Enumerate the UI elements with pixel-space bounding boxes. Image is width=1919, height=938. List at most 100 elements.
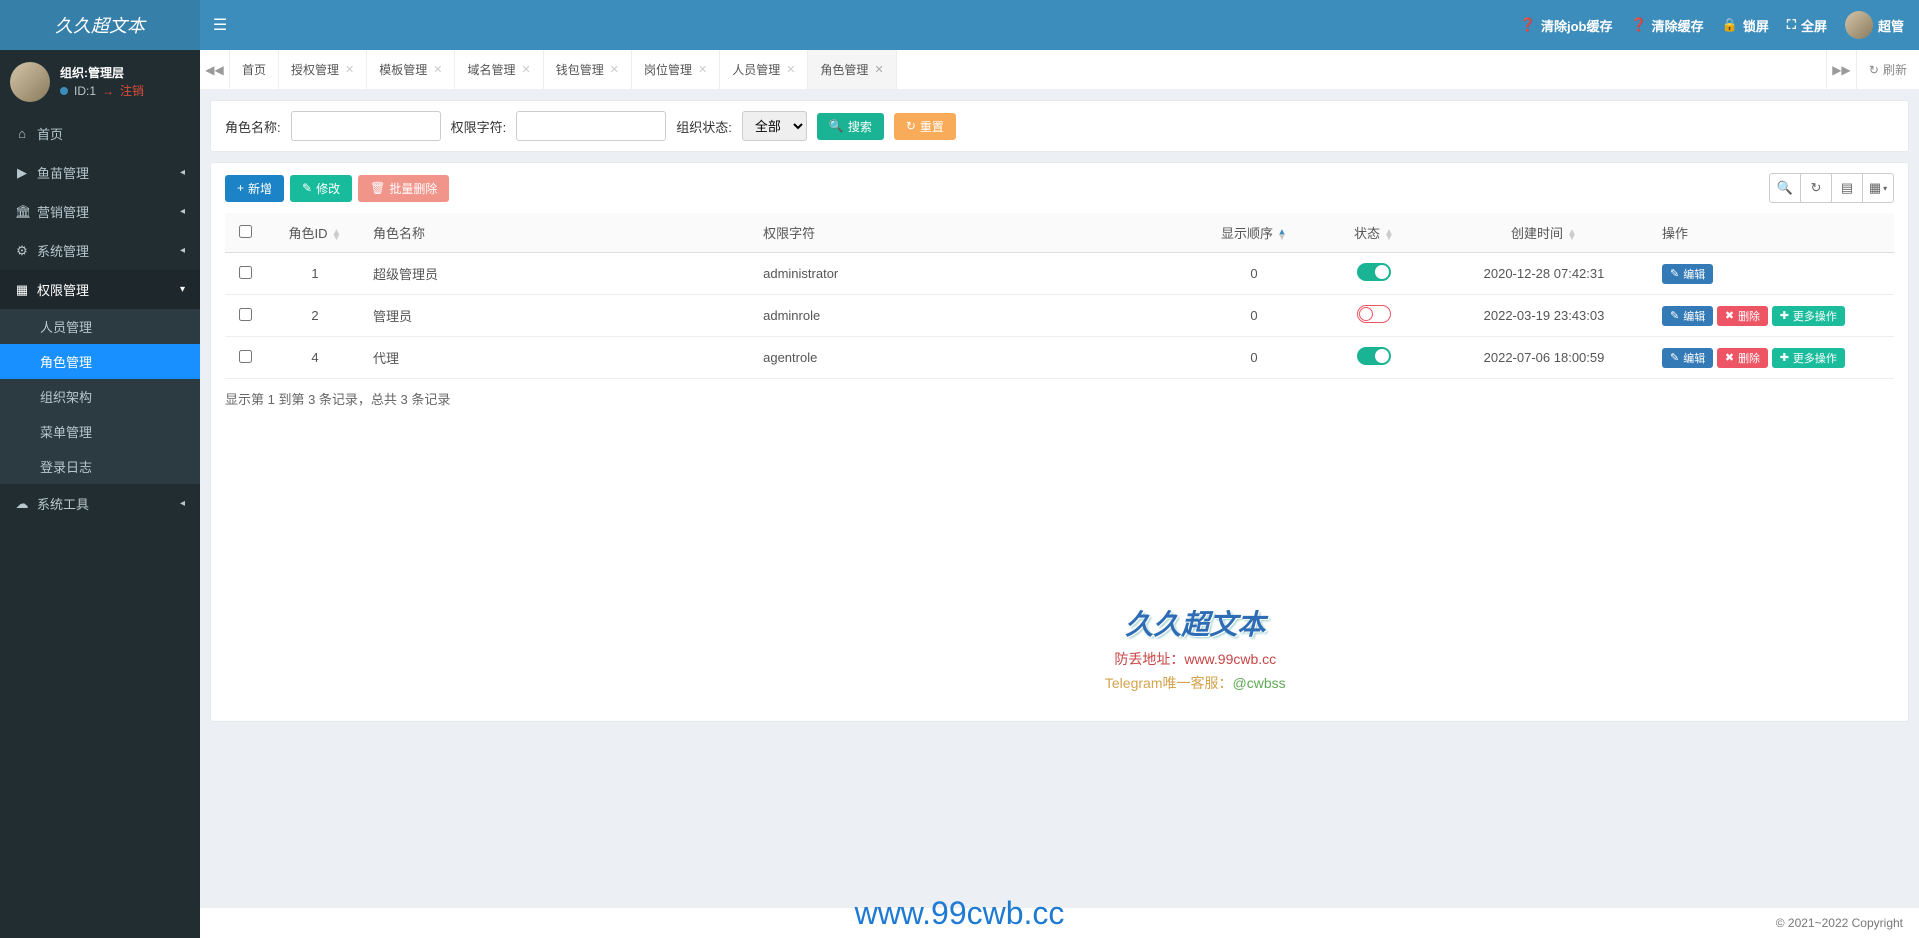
role-name-input[interactable] bbox=[291, 111, 441, 141]
table-row: 4代理agentrole02022-07-06 18:00:59✎编辑 ✖删除 … bbox=[225, 337, 1894, 379]
sidebar-subitem-4-0[interactable]: 人员管理 bbox=[0, 309, 200, 344]
sidebar-item-4[interactable]: ▦ 权限管理 ▾ bbox=[0, 270, 200, 309]
org-status-select[interactable]: 全部 bbox=[742, 111, 807, 141]
close-icon[interactable]: ✕ bbox=[874, 63, 883, 76]
tab-5[interactable]: 岗位管理✕ bbox=[632, 50, 720, 89]
cell-actions: ✎编辑 bbox=[1654, 253, 1894, 295]
question-icon: ❓ bbox=[1520, 17, 1536, 33]
brand-logo[interactable]: 久久超文本 bbox=[0, 0, 200, 50]
tab-1[interactable]: 授权管理✕ bbox=[279, 50, 367, 89]
sidebar-item-5[interactable]: ☁系统工具◂ bbox=[0, 484, 200, 523]
tab-3[interactable]: 域名管理 ✕ bbox=[455, 50, 543, 89]
row-checkbox[interactable] bbox=[239, 350, 252, 363]
edit-button[interactable]: ✎修改 bbox=[290, 175, 352, 202]
perm-char-input[interactable] bbox=[516, 111, 666, 141]
tab-6[interactable]: 人员管理 ✕ bbox=[720, 50, 808, 89]
col-role-id[interactable]: 角色ID bbox=[289, 226, 328, 241]
table-columns-button[interactable]: ▤ bbox=[1831, 173, 1863, 203]
row-more-button[interactable]: ✚更多操作 bbox=[1772, 306, 1845, 326]
sidebar-item-label: 权限管理 bbox=[37, 280, 89, 299]
cell-perm: adminrole bbox=[755, 295, 1194, 337]
tab-2[interactable]: 模板管理 ✕ bbox=[367, 50, 455, 89]
edit-icon: ✎ bbox=[1670, 267, 1679, 280]
col-status[interactable]: 状态 bbox=[1354, 226, 1380, 241]
row-edit-button[interactable]: ✎编辑 bbox=[1662, 306, 1713, 326]
tab-bar: ◀◀ 首页授权管理✕模板管理✕域名管理✕钱包管理✕岗位管理✕人员管理✕角色管理✕… bbox=[200, 50, 1919, 90]
menu-toggle-icon[interactable]: ☰ bbox=[200, 15, 240, 35]
close-icon[interactable]: ✕ bbox=[345, 63, 354, 76]
close-icon[interactable]: ✕ bbox=[433, 63, 442, 76]
status-switch[interactable] bbox=[1357, 347, 1391, 365]
user-menu[interactable]: 超管 bbox=[1845, 11, 1904, 39]
col-role-name[interactable]: 角色名称 bbox=[373, 226, 425, 241]
row-edit-button[interactable]: ✎编辑 bbox=[1662, 348, 1713, 368]
close-icon[interactable]: ✕ bbox=[522, 63, 531, 76]
select-all-checkbox[interactable] bbox=[239, 225, 252, 238]
tabs-next-button[interactable]: ▶▶ bbox=[1826, 50, 1856, 89]
table-row: 2管理员adminrole02022-03-19 23:43:03✎编辑 ✖删除… bbox=[225, 295, 1894, 337]
table-search-button[interactable]: 🔍 bbox=[1769, 173, 1801, 203]
tabs-prev-button[interactable]: ◀◀ bbox=[200, 50, 230, 89]
layout-icon: ▦ bbox=[15, 282, 29, 298]
cell-perm: administrator bbox=[755, 253, 1194, 295]
tab-label: 首页 bbox=[242, 61, 266, 78]
grid-icon: ▦ bbox=[1869, 180, 1881, 196]
row-edit-button[interactable]: ✎编辑 bbox=[1662, 264, 1713, 284]
sidebar-subitem-4-3[interactable]: 菜单管理 bbox=[0, 414, 200, 449]
col-order[interactable]: 显示顺序 bbox=[1221, 226, 1273, 241]
sidebar-item-1[interactable]: ▶鱼苗管理◂ bbox=[0, 153, 200, 192]
cell-order: 0 bbox=[1194, 337, 1314, 379]
col-perm[interactable]: 权限字符 bbox=[763, 226, 815, 241]
tab-label: 模板管理 bbox=[379, 61, 427, 78]
row-checkbox[interactable] bbox=[239, 308, 252, 321]
table-footer: 显示第 1 到第 3 条记录，总共 3 条记录 bbox=[225, 379, 1894, 412]
sidebar-subitem-4-1[interactable]: 角色管理 bbox=[0, 344, 200, 379]
col-created[interactable]: 创建时间 bbox=[1511, 226, 1563, 241]
clear-job-cache-button[interactable]: ❓清除job缓存 bbox=[1520, 16, 1613, 35]
tab-label: 人员管理 bbox=[732, 61, 780, 78]
tab-7[interactable]: 角色管理 ✕ bbox=[808, 50, 896, 89]
row-delete-button[interactable]: ✖删除 bbox=[1717, 348, 1768, 368]
batch-delete-button[interactable]: 🗑批量删除 bbox=[358, 175, 449, 202]
sidebar-item-0[interactable]: ⌂首页 bbox=[0, 114, 200, 153]
avatar-icon bbox=[10, 62, 50, 102]
sidebar-subitem-4-2[interactable]: 组织架构 bbox=[0, 379, 200, 414]
sidebar-item-2[interactable]: 🏛营销管理◂ bbox=[0, 192, 200, 231]
more-icon: ✚ bbox=[1780, 309, 1789, 322]
row-more-button[interactable]: ✚更多操作 bbox=[1772, 348, 1845, 368]
close-icon[interactable]: ✕ bbox=[786, 63, 795, 76]
chevron-down-icon: ▾ bbox=[180, 284, 185, 295]
row-checkbox[interactable] bbox=[239, 266, 252, 279]
tab-label: 钱包管理 bbox=[556, 61, 604, 78]
delete-icon: ✖ bbox=[1725, 309, 1734, 322]
search-button[interactable]: 🔍搜索 bbox=[817, 113, 884, 140]
cell-created: 2022-07-06 18:00:59 bbox=[1434, 337, 1654, 379]
sidebar-subitem-4-4[interactable]: 登录日志 bbox=[0, 449, 200, 484]
perm-char-label: 权限字符: bbox=[451, 117, 507, 136]
sidebar-item-3[interactable]: ⚙系统管理◂ bbox=[0, 231, 200, 270]
sidebar: 组织:管理层 ID:1 → 注销 ⌂首页▶鱼苗管理◂🏛营销管理◂⚙系统管理◂▦权… bbox=[0, 50, 200, 938]
add-button[interactable]: +新增 bbox=[225, 175, 284, 202]
row-delete-button[interactable]: ✖删除 bbox=[1717, 306, 1768, 326]
close-icon[interactable]: ✕ bbox=[698, 63, 707, 76]
logout-link[interactable]: 注销 bbox=[120, 82, 144, 100]
home-icon: ⌂ bbox=[15, 126, 29, 141]
table-view-button[interactable]: ▦▾ bbox=[1862, 173, 1894, 203]
tab-0[interactable]: 首页 bbox=[230, 50, 279, 89]
tab-label: 域名管理 bbox=[467, 61, 515, 78]
fullscreen-button[interactable]: ⛶全屏 bbox=[1787, 16, 1827, 35]
table-refresh-button[interactable]: ↻ bbox=[1800, 173, 1832, 203]
plus-icon: + bbox=[237, 181, 244, 195]
close-icon[interactable]: ✕ bbox=[610, 63, 619, 76]
cell-id: 1 bbox=[265, 253, 365, 295]
edit-icon: ✎ bbox=[302, 181, 312, 195]
lock-button[interactable]: 🔒锁屏 bbox=[1722, 16, 1769, 35]
status-switch[interactable] bbox=[1357, 263, 1391, 281]
reset-button[interactable]: ↻重置 bbox=[894, 113, 956, 140]
cell-order: 0 bbox=[1194, 295, 1314, 337]
status-switch[interactable] bbox=[1357, 305, 1391, 323]
clear-cache-button[interactable]: ❓清除缓存 bbox=[1630, 16, 1703, 35]
tab-4[interactable]: 钱包管理 ✕ bbox=[544, 50, 632, 89]
tab-label: 角色管理 bbox=[820, 61, 868, 78]
tabs-refresh-button[interactable]: ↻刷新 bbox=[1856, 50, 1919, 89]
